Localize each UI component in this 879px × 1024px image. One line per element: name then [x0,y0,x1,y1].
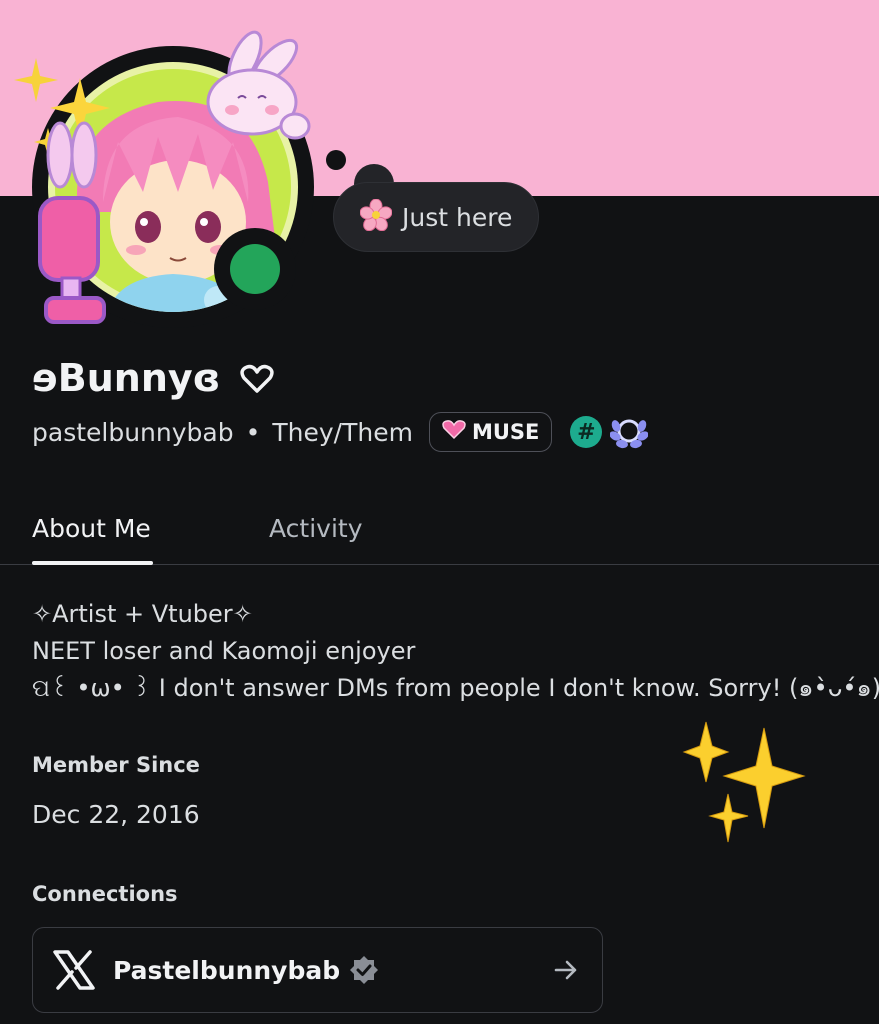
active-tab-indicator [32,561,153,565]
separator-dot: • [245,417,261,447]
heart-icon [442,419,466,445]
connection-name: Pastelbunnybab [113,955,341,985]
muse-badge-label: MUSE [471,420,540,444]
bio-line: ପ꒰ •ω• ꒱ I don't answer DMs from people … [32,674,879,702]
x-logo-icon [53,950,95,990]
custom-status-bubble[interactable]: Just here [333,182,539,252]
bio-line: NEET loser and Kaomoji enjoyer [32,637,416,665]
member-since-heading: Member Since [32,753,200,777]
heart-outline-icon [240,359,274,403]
tab-about-me[interactable]: About Me [32,514,151,543]
display-name: ɘBunnyɞ [32,356,274,403]
connection-item-x[interactable]: Pastelbunnybab [32,927,603,1013]
display-name-text: ɘBunnyɞ [32,356,221,400]
thought-bubble-dot [326,150,346,170]
pronouns: They/Them [272,417,413,447]
connections-heading: Connections [32,882,178,906]
cherry-blossom-icon [359,198,393,235]
tab-activity[interactable]: Activity [269,514,363,543]
arrow-right-icon[interactable] [552,956,580,988]
muse-badge[interactable]: MUSE [428,412,553,452]
member-since-date: Dec 22, 2016 [32,800,200,829]
laurel-wreath-badge-icon[interactable] [610,414,649,450]
verified-badge-icon [348,954,380,986]
profile-subtitle-row: pastelbunnybab • They/Them MUSE # [32,410,649,454]
hashtag-badge-icon[interactable]: # [570,416,603,448]
about-me-bio: ✧Artist + Vtuber✧ NEET loser and Kaomoji… [32,596,879,707]
username: pastelbunnybab [32,417,234,447]
status-text: Just here [402,202,513,232]
bio-line: ✧Artist + Vtuber✧ [32,600,253,628]
profile-tabs: About Me Activity [0,506,879,565]
sparkles-icon [682,721,806,843]
online-status-indicator [230,244,280,294]
